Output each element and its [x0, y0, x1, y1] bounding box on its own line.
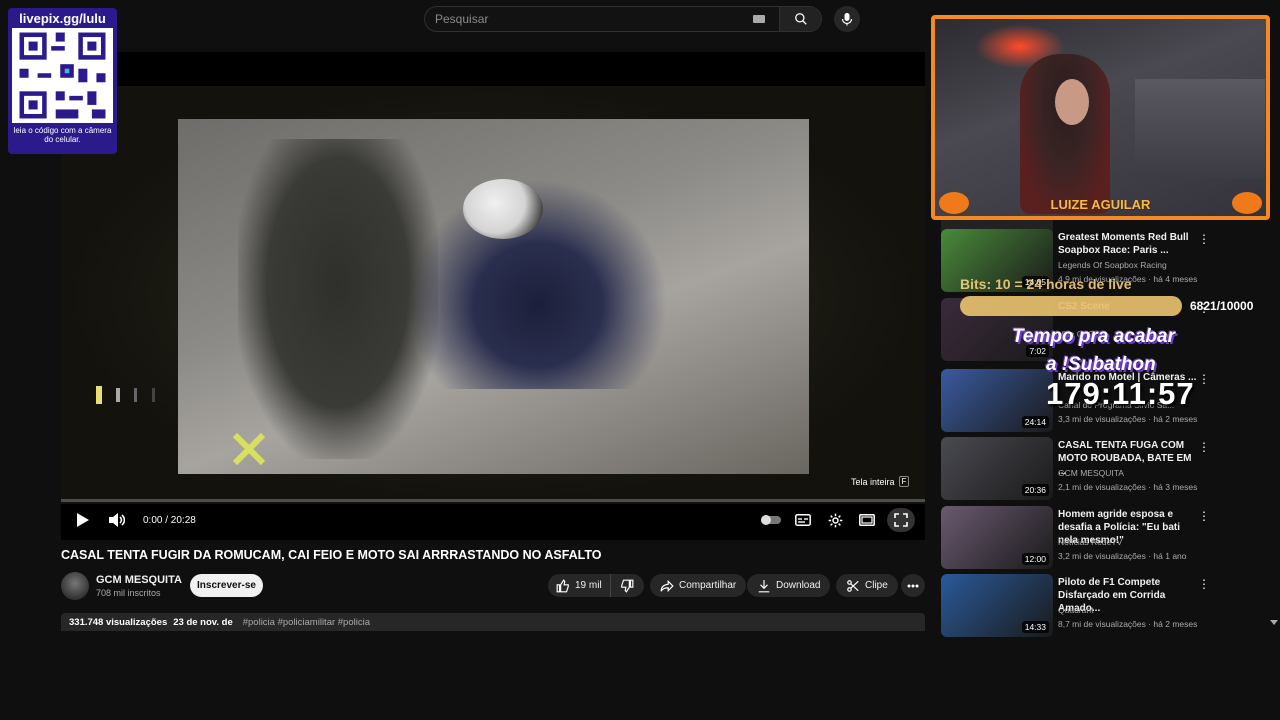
- more-vertical-icon[interactable]: ⋮: [1198, 439, 1210, 455]
- recommended-meta: 2,1 mi de visualizações · há 3 meses: [1058, 482, 1198, 492]
- video-thumbnail[interactable]: 20:36: [941, 437, 1053, 500]
- video-thumbnail[interactable]: 24:14: [941, 369, 1053, 432]
- video-player[interactable]: Tela inteira F 0:00 / 20:28: [61, 52, 925, 540]
- search-input[interactable]: Pesquisar: [425, 12, 753, 26]
- theater-icon: [859, 514, 875, 526]
- channel-avatar[interactable]: [61, 572, 89, 600]
- subscribe-button[interactable]: Inscrever-se: [190, 574, 263, 597]
- captions-button[interactable]: [791, 508, 815, 532]
- recommended-meta: 8,7 mi de visualizações · há 2 meses: [1058, 619, 1198, 629]
- dislike-button[interactable]: [610, 574, 644, 597]
- livepix-qr-overlay: livepix.gg/lulu leia o código com a câme…: [8, 8, 117, 154]
- recommended-channel[interactable]: Legends Of Soapbox Racing: [1058, 260, 1167, 270]
- more-vertical-icon[interactable]: ⋮: [1198, 508, 1210, 524]
- close-mark-icon: [232, 432, 266, 466]
- view-count: 331.748 visualizações: [69, 617, 168, 628]
- thumbs-down-icon: [621, 579, 634, 593]
- keyboard-icon[interactable]: [753, 15, 765, 23]
- volume-button[interactable]: [105, 508, 129, 532]
- video-frame: [178, 119, 809, 474]
- player-controls: 0:00 / 20:28: [61, 508, 925, 532]
- more-actions-button[interactable]: [901, 574, 925, 597]
- bits-goal-text: Bits: 10 = 24 horas de live: [960, 276, 1132, 292]
- tooltip-label: Tela inteira: [851, 476, 895, 487]
- video-duration: 24:14: [1021, 416, 1049, 428]
- search-bar[interactable]: Pesquisar: [424, 6, 822, 32]
- channel-name[interactable]: GCM MESQUITA: [96, 574, 182, 586]
- autoplay-toggle-icon: [761, 515, 781, 525]
- search-icon: [794, 13, 807, 25]
- recommended-video[interactable]: 14:33 Piloto de F1 Compete Disfarçado em …: [941, 574, 1211, 638]
- upload-date: 23 de nov. de: [173, 617, 233, 628]
- tooltip-key: F: [898, 476, 910, 487]
- clip-label: Clipe: [865, 580, 888, 591]
- volume-icon: [109, 513, 125, 527]
- download-button[interactable]: Download: [747, 574, 831, 597]
- recommended-channel[interactable]: Quadrant: [1058, 605, 1093, 615]
- like-button[interactable]: 19 mil: [548, 574, 610, 597]
- more-vertical-icon[interactable]: ⋮: [1198, 231, 1210, 247]
- recommended-title[interactable]: Greatest Moments Red Bull Soapbox Race: …: [1058, 231, 1198, 257]
- video-canvas[interactable]: [61, 86, 925, 504]
- more-vertical-icon[interactable]: ⋮: [1198, 576, 1210, 592]
- hashtags[interactable]: #policia #policiamilitar #policia: [243, 617, 370, 628]
- play-icon: [77, 513, 89, 527]
- time-display: 0:00 / 20:28: [143, 514, 196, 526]
- helmet-figure: [463, 179, 543, 239]
- recommended-meta: 3,3 mi de visualizações · há 2 meses: [1058, 414, 1198, 424]
- more-vertical-icon[interactable]: ⋮: [1198, 371, 1210, 387]
- mic-icon: [841, 13, 853, 26]
- fullscreen-icon: [894, 513, 908, 527]
- download-label: Download: [776, 580, 821, 591]
- fullscreen-tooltip: Tela inteira F: [851, 476, 910, 487]
- settings-button[interactable]: [823, 508, 847, 532]
- subathon-timer: 179:11:57: [1046, 376, 1195, 411]
- gear-icon: [828, 513, 842, 527]
- streamer-face: [1055, 79, 1089, 125]
- qr-title: livepix.gg/lulu: [19, 11, 106, 26]
- like-count: 19 mil: [575, 580, 602, 591]
- fullscreen-button[interactable]: [887, 508, 915, 532]
- recommended-channel[interactable]: Notícias RedeTV: [1058, 537, 1122, 547]
- description-box[interactable]: 331.748 visualizações 23 de nov. de #pol…: [61, 613, 925, 631]
- thumbs-up-icon: [556, 578, 569, 592]
- voice-search-button[interactable]: [834, 6, 860, 32]
- recommended-channel[interactable]: GCM MESQUITA: [1058, 468, 1124, 478]
- share-icon: [660, 579, 674, 592]
- audio-level-icon: [96, 386, 155, 404]
- subathon-line-1: Tempo pra acabar: [1012, 326, 1175, 347]
- scroll-down-arrow-icon[interactable]: [1270, 620, 1278, 625]
- subathon-line-2: a !Subathon: [1046, 354, 1156, 375]
- streamer-name: LUIZE AGUILAR: [1050, 197, 1151, 212]
- video-duration: 20:36: [1021, 484, 1049, 496]
- captions-icon: [795, 514, 811, 526]
- qr-caption: leia o código com a câmera do celular.: [13, 126, 112, 144]
- recommended-video[interactable]: 20:36 CASAL TENTA FUGA COM MOTO ROUBADA, …: [941, 437, 1211, 501]
- streamer-figure: [1020, 54, 1110, 214]
- video-thumbnail[interactable]: 12:00: [941, 506, 1053, 569]
- share-label: Compartilhar: [679, 580, 737, 591]
- play-button[interactable]: [71, 508, 95, 532]
- qr-code-icon: [12, 28, 113, 123]
- video-thumbnail[interactable]: 14:33: [941, 574, 1053, 637]
- theater-mode-button[interactable]: [855, 508, 879, 532]
- scissors-icon: [847, 579, 859, 592]
- search-button[interactable]: [779, 7, 821, 31]
- recommended-video[interactable]: 12:00 Homem agride esposa e desafia a Pol…: [941, 506, 1211, 570]
- download-icon: [758, 579, 770, 592]
- subscriber-count: 708 mil inscritos: [96, 588, 161, 598]
- recommended-meta: 3,2 mi de visualizações · há 1 ano: [1058, 551, 1187, 561]
- cam-shelf: [1135, 79, 1265, 179]
- webcam-overlay: LUIZE AGUILAR: [931, 15, 1270, 220]
- video-duration: 12:00: [1021, 553, 1049, 565]
- autoplay-toggle[interactable]: [759, 508, 783, 532]
- more-horizontal-icon: [907, 584, 919, 587]
- video-duration: 14:33: [1021, 621, 1049, 633]
- progress-bar[interactable]: [61, 499, 925, 502]
- video-title: CASAL TENTA FUGIR DA ROMUCAM, CAI FEIO E…: [61, 548, 602, 562]
- bits-progress-count: 6821/10000: [1190, 299, 1254, 313]
- bits-progress-bar: [960, 296, 1182, 316]
- clip-button[interactable]: Clipe: [836, 574, 898, 597]
- share-button[interactable]: Compartilhar: [650, 574, 747, 597]
